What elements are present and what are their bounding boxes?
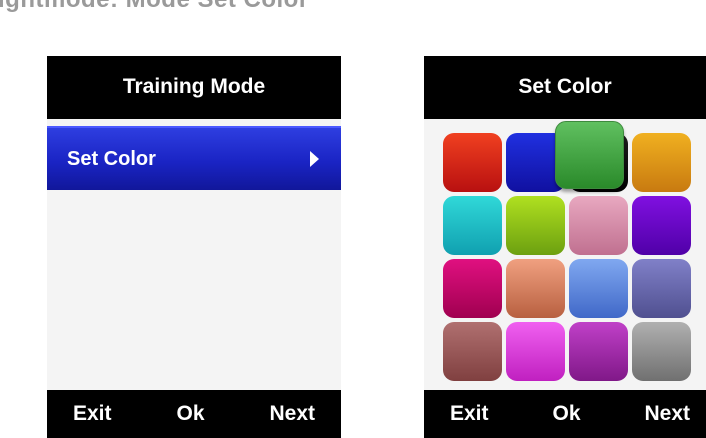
next-softkey[interactable]: Next (644, 402, 690, 426)
softkey-bar: Exit Ok Next (424, 390, 706, 438)
exit-softkey[interactable]: Exit (73, 402, 112, 426)
color-swatch-red[interactable] (443, 133, 502, 192)
menu-item-label: Set Color (67, 147, 156, 170)
color-swatch-amber[interactable] (632, 133, 691, 192)
color-grid (424, 119, 706, 390)
set-color-screen: Set Color Exit Ok Next (424, 56, 706, 438)
color-swatch-cornflower[interactable] (569, 259, 628, 318)
next-softkey[interactable]: Next (269, 402, 315, 426)
screen-title: Training Mode (122, 75, 266, 98)
color-swatch-magenta[interactable] (443, 259, 502, 318)
softkey-bar: Exit Ok Next (47, 390, 341, 438)
color-swatch-violet[interactable] (632, 196, 691, 255)
color-swatch-orchid[interactable] (506, 322, 565, 381)
color-swatch-pink[interactable] (569, 196, 628, 255)
color-swatch-purple[interactable] (569, 322, 628, 381)
color-swatch-rosewood[interactable] (443, 322, 502, 381)
color-swatch-salmon[interactable] (506, 259, 565, 318)
training-mode-screen: Training Mode Set Color Exit Ok Next (47, 56, 341, 438)
menu-list: Set Color (47, 119, 341, 390)
menu-item-set-color[interactable]: Set Color (47, 126, 341, 190)
exit-softkey[interactable]: Exit (450, 402, 489, 426)
color-swatch-lime[interactable] (506, 196, 565, 255)
screen-title: Set Color (518, 75, 612, 98)
ok-softkey[interactable]: Ok (552, 402, 580, 426)
color-swatch-slate-blue[interactable] (632, 259, 691, 318)
color-swatch-green-selected[interactable] (555, 121, 624, 189)
chevron-right-icon (310, 151, 319, 167)
ok-softkey[interactable]: Ok (176, 402, 204, 426)
color-swatch-gray[interactable] (632, 322, 691, 381)
page-heading: ightmode: Mode Set Color (0, 0, 309, 14)
color-swatch-cyan[interactable] (443, 196, 502, 255)
